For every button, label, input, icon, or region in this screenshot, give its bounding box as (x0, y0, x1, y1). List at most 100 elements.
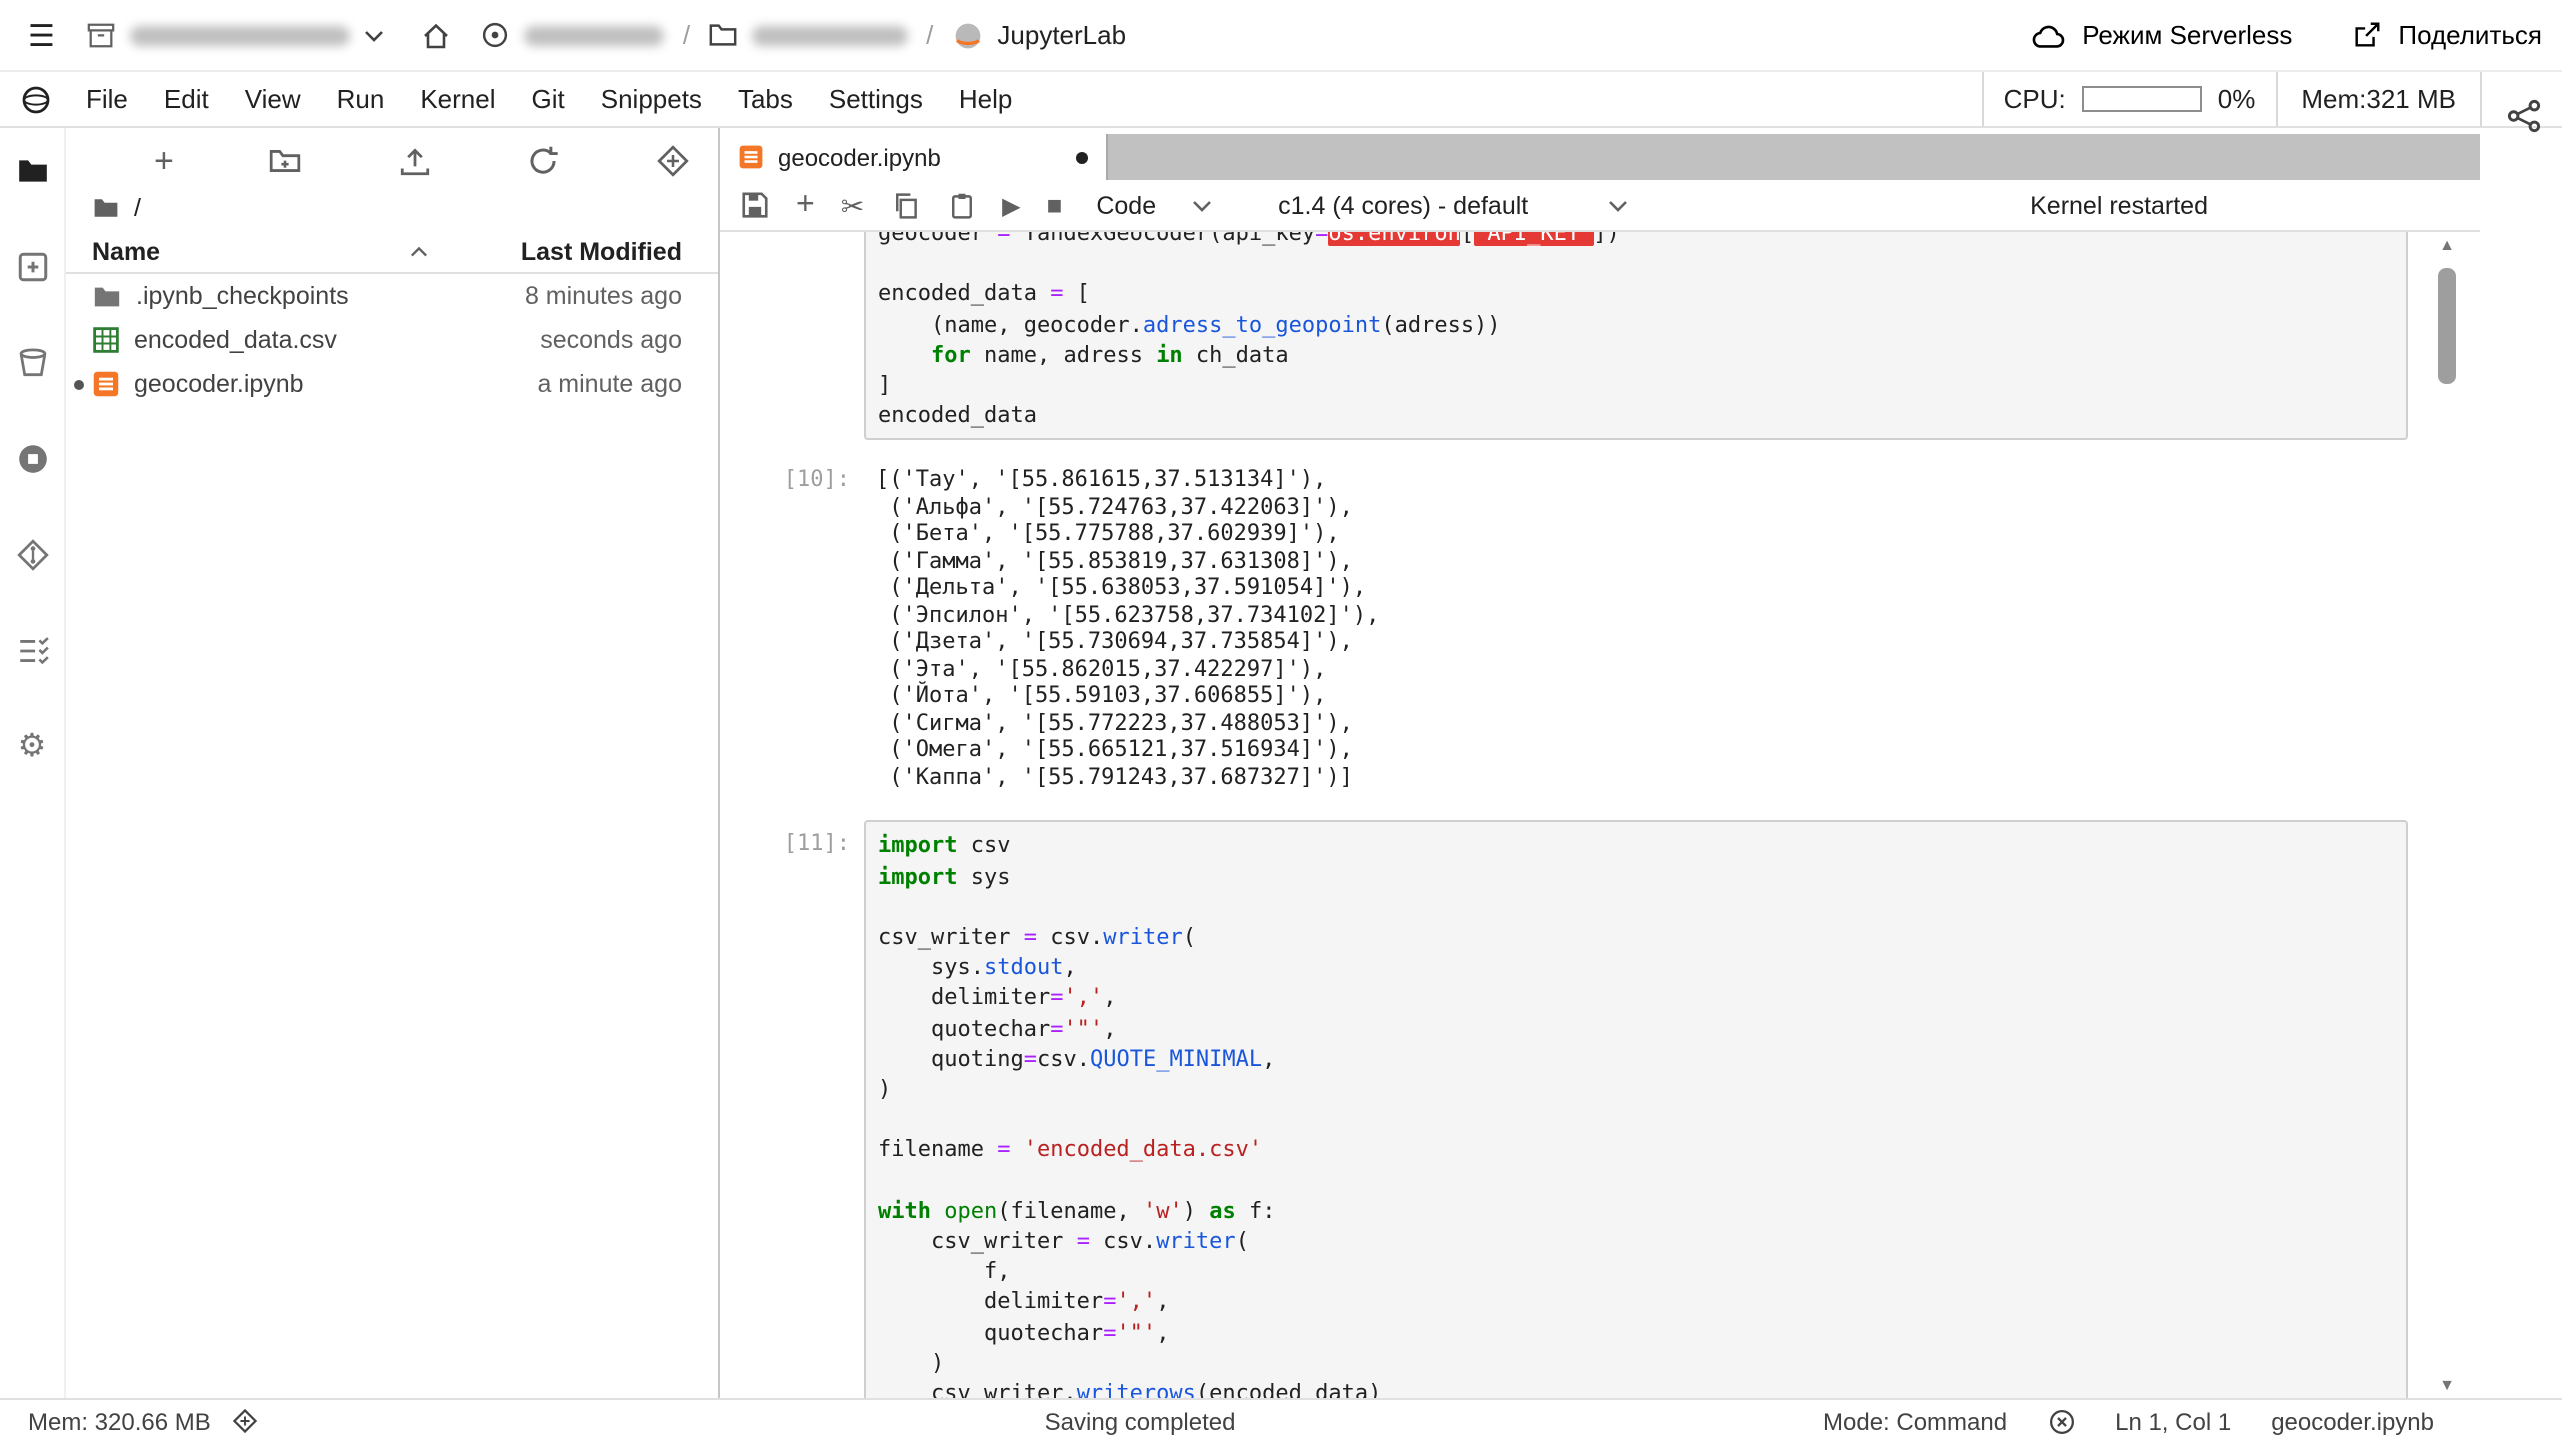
jupyterlab-logo (951, 19, 983, 51)
menu-git[interactable]: Git (514, 72, 583, 126)
share-icon (2352, 20, 2382, 50)
breadcrumb-project[interactable] (481, 20, 665, 50)
file-row-checkpoints[interactable]: .ipynb_checkpoints 8 minutes ago (66, 274, 718, 318)
add-cell-icon[interactable]: + (796, 188, 815, 221)
column-last-modified[interactable]: Last Modified (521, 237, 682, 265)
breadcrumb-separator: / (926, 20, 934, 50)
notebook-output-cell[interactable]: [10]: [('Тау', '[55.861615,37.513134]'), … (720, 451, 2408, 811)
cell-prompt: [10]: (783, 466, 850, 493)
notebook-icon (738, 144, 764, 170)
cell-type-value: Code (1096, 191, 1157, 219)
cpu-usage-bar (2081, 86, 2202, 112)
file-name: .ipynb_checkpoints (136, 282, 349, 310)
menu-snippets[interactable]: Snippets (583, 72, 720, 126)
column-name[interactable]: Name (92, 237, 160, 265)
chevron-down-icon (365, 29, 385, 41)
bucket-icon[interactable] (14, 344, 50, 380)
cell-editor[interactable]: import csv import sys csv_writer = csv.w… (864, 820, 2408, 1398)
home-icon[interactable] (421, 19, 453, 51)
circle-x-icon[interactable] (2047, 1407, 2075, 1435)
active-file-name: geocoder.ipynb (2271, 1407, 2434, 1435)
notebook-scrollbar[interactable]: ▲ ▼ (2434, 236, 2460, 1394)
menu-kernel[interactable]: Kernel (402, 72, 513, 126)
git-clone-icon[interactable] (656, 143, 690, 177)
file-name: encoded_data.csv (134, 326, 337, 354)
notebook-cells: geocoder = YandexGeocoder(api_key=os.env… (720, 232, 2408, 1398)
menu-view[interactable]: View (227, 72, 319, 126)
notebook-icon (92, 370, 120, 398)
top-bar: ☰ / / JupyterLab Режим Serverless Подели… (0, 0, 2562, 72)
file-row-notebook[interactable]: geocoder.ipynb a minute ago (66, 362, 718, 406)
serverless-mode-button[interactable]: Режим Serverless (2030, 20, 2292, 50)
upload-icon[interactable] (398, 143, 432, 177)
refresh-icon[interactable] (527, 143, 561, 177)
cell-text: [('Тау', '[55.861615,37.513134]'), ('Аль… (876, 466, 1380, 790)
gears-icon[interactable]: ⚙ (14, 728, 50, 764)
share-button[interactable]: Поделиться (2352, 20, 2542, 50)
cpu-percent: 0% (2217, 84, 2256, 114)
cell-text: import csv import sys csv_writer = csv.w… (878, 832, 1382, 1398)
planet-icon (0, 72, 68, 126)
file-row-csv[interactable]: encoded_data.csv seconds ago (66, 318, 718, 362)
new-folder-icon[interactable] (269, 143, 303, 177)
menu-edit[interactable]: Edit (146, 72, 227, 126)
tab-bar: geocoder.ipynb (720, 134, 2480, 180)
run-cell-icon[interactable]: ▶ (1002, 193, 1020, 217)
new-launcher-icon[interactable]: + (154, 143, 174, 177)
hamburger-menu-icon[interactable]: ☰ (28, 17, 55, 53)
breadcrumb-jupyterlab[interactable]: JupyterLab (951, 19, 1126, 51)
menu-settings[interactable]: Settings (811, 72, 941, 126)
running-sessions-icon[interactable] (14, 440, 50, 476)
cursor-position[interactable]: Ln 1, Col 1 (2115, 1407, 2231, 1435)
file-browser-icon[interactable] (14, 152, 50, 188)
cell-text: geocoder = YandexGeocoder(api_key=os.env… (866, 232, 2406, 439)
git-icon[interactable] (14, 536, 50, 572)
tab-geocoder-ipynb[interactable]: geocoder.ipynb (720, 134, 1108, 180)
archive-box-icon (87, 20, 117, 50)
jupyterlab-label: JupyterLab (997, 20, 1127, 50)
file-list-header: Name Last Modified (66, 230, 718, 274)
divider (2480, 72, 2482, 126)
menu-help[interactable]: Help (941, 72, 1031, 126)
interrupt-kernel-icon[interactable]: ■ (1047, 192, 1063, 218)
copy-cell-icon[interactable] (890, 190, 920, 220)
spreadsheet-icon (92, 326, 120, 354)
menu-tabs[interactable]: Tabs (720, 72, 811, 126)
file-browser-breadcrumb[interactable]: / (66, 186, 718, 230)
share-graph-icon[interactable] (2506, 98, 2542, 134)
memory-indicator: Mem:321 MB (2301, 84, 2456, 114)
git-diamond-icon[interactable] (231, 1407, 259, 1435)
notebook-code-cell[interactable]: geocoder = YandexGeocoder(api_key=os.env… (720, 232, 2408, 451)
save-icon[interactable] (740, 190, 770, 220)
status-bar: Mem: 320.66 MB Saving completed Mode: Co… (0, 1398, 2562, 1442)
tab-label: geocoder.ipynb (778, 143, 941, 171)
scroll-down-arrow[interactable]: ▼ (2434, 1376, 2460, 1394)
scroll-up-arrow[interactable]: ▲ (2434, 236, 2460, 254)
menu-bar: File Edit View Run Kernel Git Snippets T… (0, 72, 2562, 128)
cell-type-dropdown[interactable]: Code (1088, 189, 1220, 221)
checklist-icon[interactable] (14, 632, 50, 668)
cell-editor[interactable]: geocoder = YandexGeocoder(api_key=os.env… (864, 232, 2408, 441)
box-plus-icon[interactable] (14, 248, 50, 284)
cloud-icon (2030, 21, 2066, 49)
unsaved-changes-dot[interactable] (1076, 151, 1088, 163)
cloud-folder-switcher[interactable] (87, 20, 385, 50)
menu-file[interactable]: File (68, 72, 146, 126)
menu-run[interactable]: Run (319, 72, 403, 126)
mode-indicator[interactable]: Mode: Command (1823, 1407, 2007, 1435)
breadcrumb-folder[interactable] (708, 20, 909, 50)
notebook-code-cell[interactable]: [11]: import csv import sys csv_writer = … (720, 811, 2408, 1398)
file-modified: a minute ago (537, 370, 682, 398)
paste-cell-icon[interactable] (946, 190, 976, 220)
scrollbar-thumb[interactable] (2438, 268, 2456, 384)
kernel-dropdown[interactable]: c1.4 (4 cores) - default (1270, 189, 1636, 221)
cut-cell-icon[interactable]: ✂ (841, 191, 864, 219)
file-modified: seconds ago (540, 326, 682, 354)
serverless-label: Режим Serverless (2082, 20, 2293, 50)
folder-icon (92, 194, 120, 222)
file-browser-toolbar: + (66, 134, 718, 186)
cell-prompt: [11]: (783, 830, 850, 857)
share-label: Поделиться (2398, 20, 2542, 50)
notebook-toolbar: + ✂ ▶ ■ Code c1.4 (4 cores) - default Ke… (720, 180, 2480, 232)
memory-usage: Mem: 320.66 MB (28, 1407, 211, 1435)
